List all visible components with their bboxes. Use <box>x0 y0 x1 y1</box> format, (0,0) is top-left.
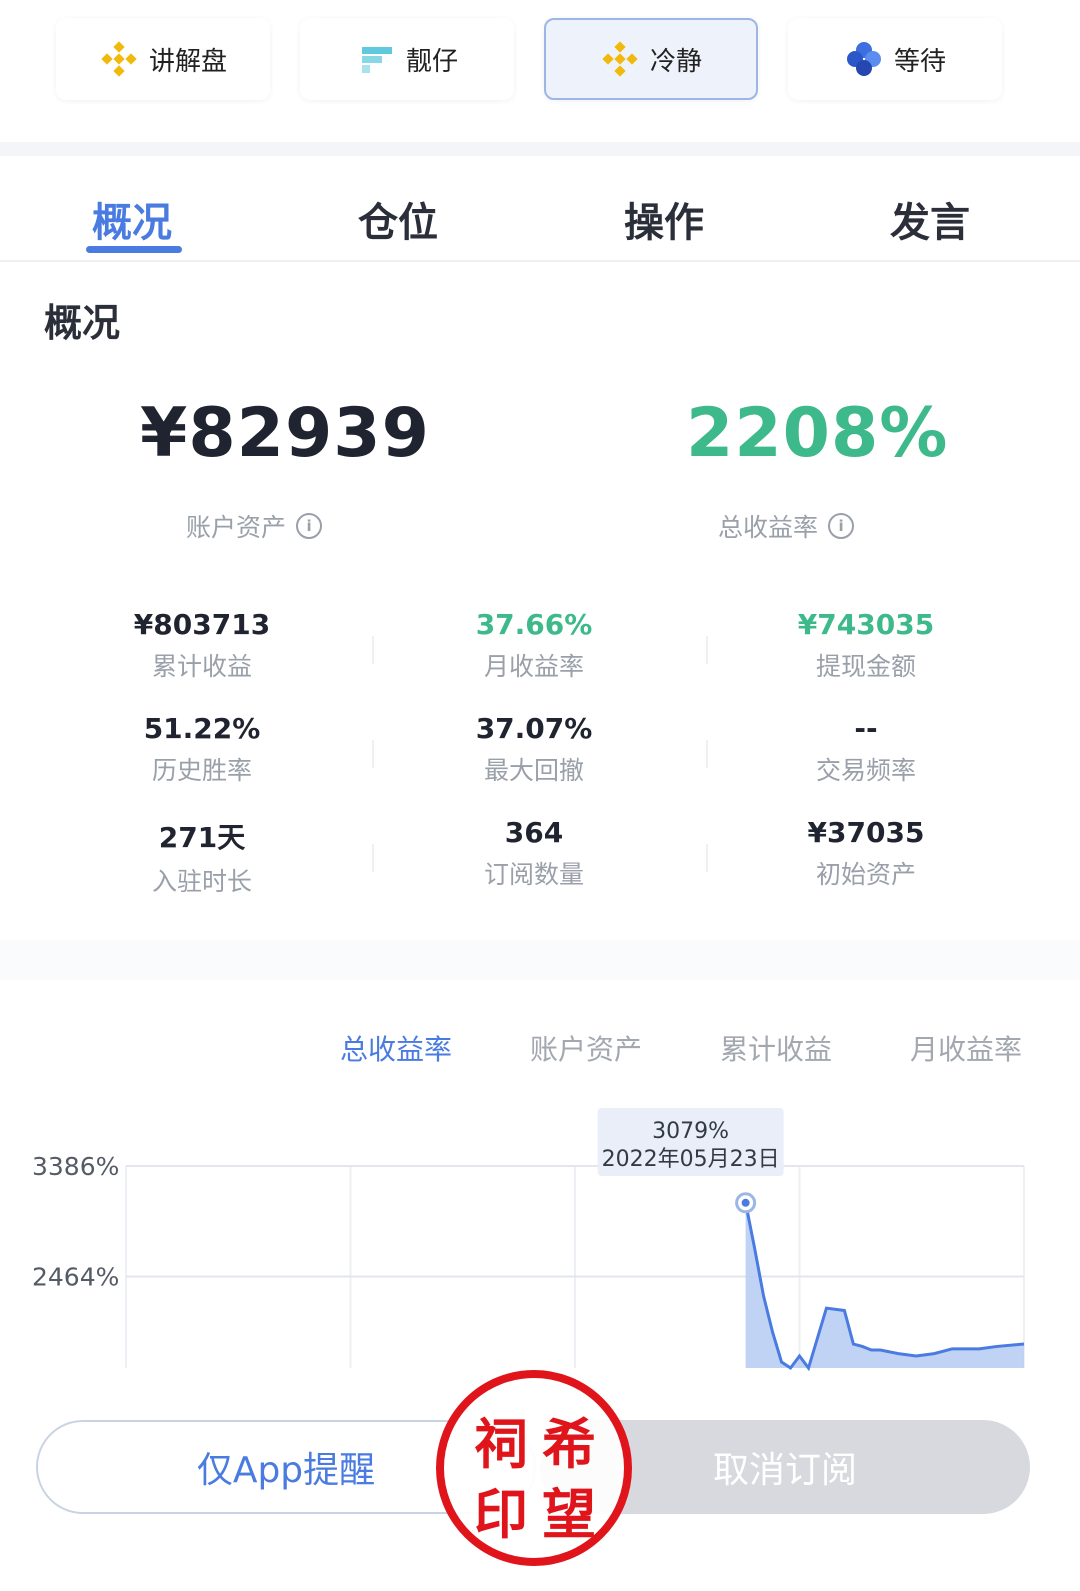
stat-item: ¥37035 初始资产 <box>766 816 966 891</box>
blue-clover-icon <box>844 39 884 79</box>
tab-operations[interactable]: 操作 <box>624 190 704 248</box>
series-line <box>744 1202 1025 1372</box>
active-tab-indicator <box>86 246 182 253</box>
tooltip-date: 2022年05月23日 <box>602 1147 780 1172</box>
section-divider <box>0 940 1080 980</box>
stat-item: ¥743035 提现金额 <box>766 608 966 683</box>
exchange-tab-3[interactable]: 等待 <box>788 18 1002 100</box>
stat-item: 364 订阅数量 <box>434 816 634 891</box>
account-assets-label: 账户资产 i <box>186 508 323 544</box>
tab-positions[interactable]: 仓位 <box>358 190 438 248</box>
exchange-label: 讲解盘 <box>148 46 227 77</box>
stat-separator <box>706 740 708 768</box>
stat-label: 提现金额 <box>815 652 916 681</box>
info-icon[interactable]: i <box>296 513 323 539</box>
stat-item: 51.22% 历史胜率 <box>102 712 302 787</box>
total-return-label-text: 总收益率 <box>718 513 819 542</box>
stat-separator <box>706 844 708 872</box>
stat-label: 订阅数量 <box>483 860 584 889</box>
stat-label: 初始资产 <box>815 860 916 889</box>
binance-diamond-icon <box>99 39 139 79</box>
exchange-tab-2[interactable]: 冷静 <box>544 18 758 100</box>
stat-value: 364 <box>504 816 564 849</box>
stat-item: 37.66% 月收益率 <box>434 608 634 683</box>
exchange-selector-bar: 讲解盘 靓仔 冷静 等待 <box>0 0 1080 140</box>
chart-tab-cumulative-profit[interactable]: 累计收益 <box>720 1028 832 1068</box>
stat-value: 271天 <box>158 821 246 854</box>
stat-separator <box>372 740 374 768</box>
exchange-tab-1[interactable]: 靓仔 <box>300 18 514 100</box>
stat-label: 最大回撤 <box>483 756 584 785</box>
stat-value: ¥37035 <box>807 816 925 849</box>
exchange-label: 等待 <box>893 46 946 77</box>
highlight-point-dot <box>741 1198 750 1207</box>
stat-item: 37.07% 最大回撤 <box>434 712 634 787</box>
account-assets-value: ¥82939 <box>140 394 430 473</box>
stat-item: 271天入驻时长 <box>102 816 302 898</box>
y-tick-label: 3386% <box>32 1152 119 1181</box>
stat-label: 累计收益 <box>151 652 252 681</box>
stat-value: 37.66% <box>475 608 593 641</box>
stat-value: 37.07% <box>475 712 593 745</box>
stat-item: ¥803713 累计收益 <box>102 608 302 683</box>
section-title: 概况 <box>44 301 121 345</box>
stat-value: 51.22% <box>143 712 261 745</box>
info-icon[interactable]: i <box>828 513 855 539</box>
account-assets-label-text: 账户资产 <box>186 513 287 542</box>
stat-value: -- <box>854 712 878 745</box>
chart-tab-monthly-return[interactable]: 月收益率 <box>910 1028 1022 1068</box>
stat-separator <box>372 844 374 872</box>
binance-diamond-icon <box>600 39 640 79</box>
exchange-tab-0[interactable]: 讲解盘 <box>56 18 270 100</box>
stat-separator <box>372 636 374 664</box>
stat-label: 月收益率 <box>483 652 584 681</box>
tab-posts[interactable]: 发言 <box>890 190 970 248</box>
ftx-icon <box>356 39 396 79</box>
stat-value: ¥743035 <box>797 608 935 641</box>
stat-value: ¥803713 <box>133 608 271 641</box>
stat-label: 历史胜率 <box>151 756 252 785</box>
exchange-label: 靓仔 <box>405 46 458 77</box>
section-divider <box>0 142 1080 156</box>
y-tick-label: 2464% <box>32 1262 119 1291</box>
stat-label: 入驻时长 <box>151 867 252 896</box>
total-return-value: 2208% <box>686 394 949 473</box>
stat-separator <box>706 636 708 664</box>
series-area <box>745 1202 1024 1368</box>
total-return-label: 总收益率 i <box>718 508 855 544</box>
stat-item: -- 交易频率 <box>766 712 966 787</box>
chart-tab-account-assets[interactable]: 账户资产 <box>530 1028 642 1068</box>
chart-tab-total-return[interactable]: 总收益率 <box>340 1028 452 1068</box>
return-chart: 3386% 2464% 3079% 2022年05月23日 <box>32 1108 1025 1372</box>
exchange-label: 冷静 <box>649 46 702 77</box>
tooltip-value: 3079% <box>652 1119 729 1144</box>
tab-overview[interactable]: 概况 <box>92 190 172 248</box>
red-seal-stamp: 祠 希 印 望 <box>436 1370 632 1566</box>
stat-label: 交易频率 <box>815 756 916 785</box>
